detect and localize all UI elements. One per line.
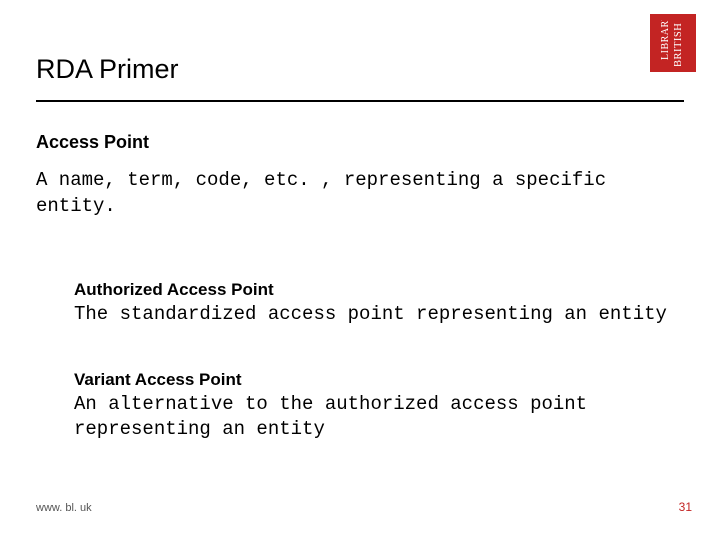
svg-text:BRITISH: BRITISH [673, 23, 684, 66]
slide: LIBRARY BRITISH RDA Primer Access Point … [0, 0, 720, 540]
svg-text:LIBRARY: LIBRARY [660, 20, 671, 60]
footer-url: www. bl. uk [36, 502, 92, 514]
definition-body: An alternative to the authorized access … [74, 392, 694, 441]
logo-mark-icon: LIBRARY BRITISH [654, 20, 692, 66]
definition-body: The standardized access point representi… [74, 302, 694, 327]
title-divider [36, 100, 684, 102]
section-heading: Access Point [36, 132, 149, 153]
definition-heading: Authorized Access Point [74, 280, 694, 300]
definition-block: Variant Access Point An alternative to t… [74, 370, 694, 441]
body-text: A name, term, code, etc. , representing … [36, 168, 684, 219]
definition-heading: Variant Access Point [74, 370, 694, 390]
page-title: RDA Primer [36, 54, 179, 85]
page-number: 31 [679, 500, 692, 514]
british-library-logo: LIBRARY BRITISH [650, 14, 696, 72]
definition-block: Authorized Access Point The standardized… [74, 280, 694, 327]
